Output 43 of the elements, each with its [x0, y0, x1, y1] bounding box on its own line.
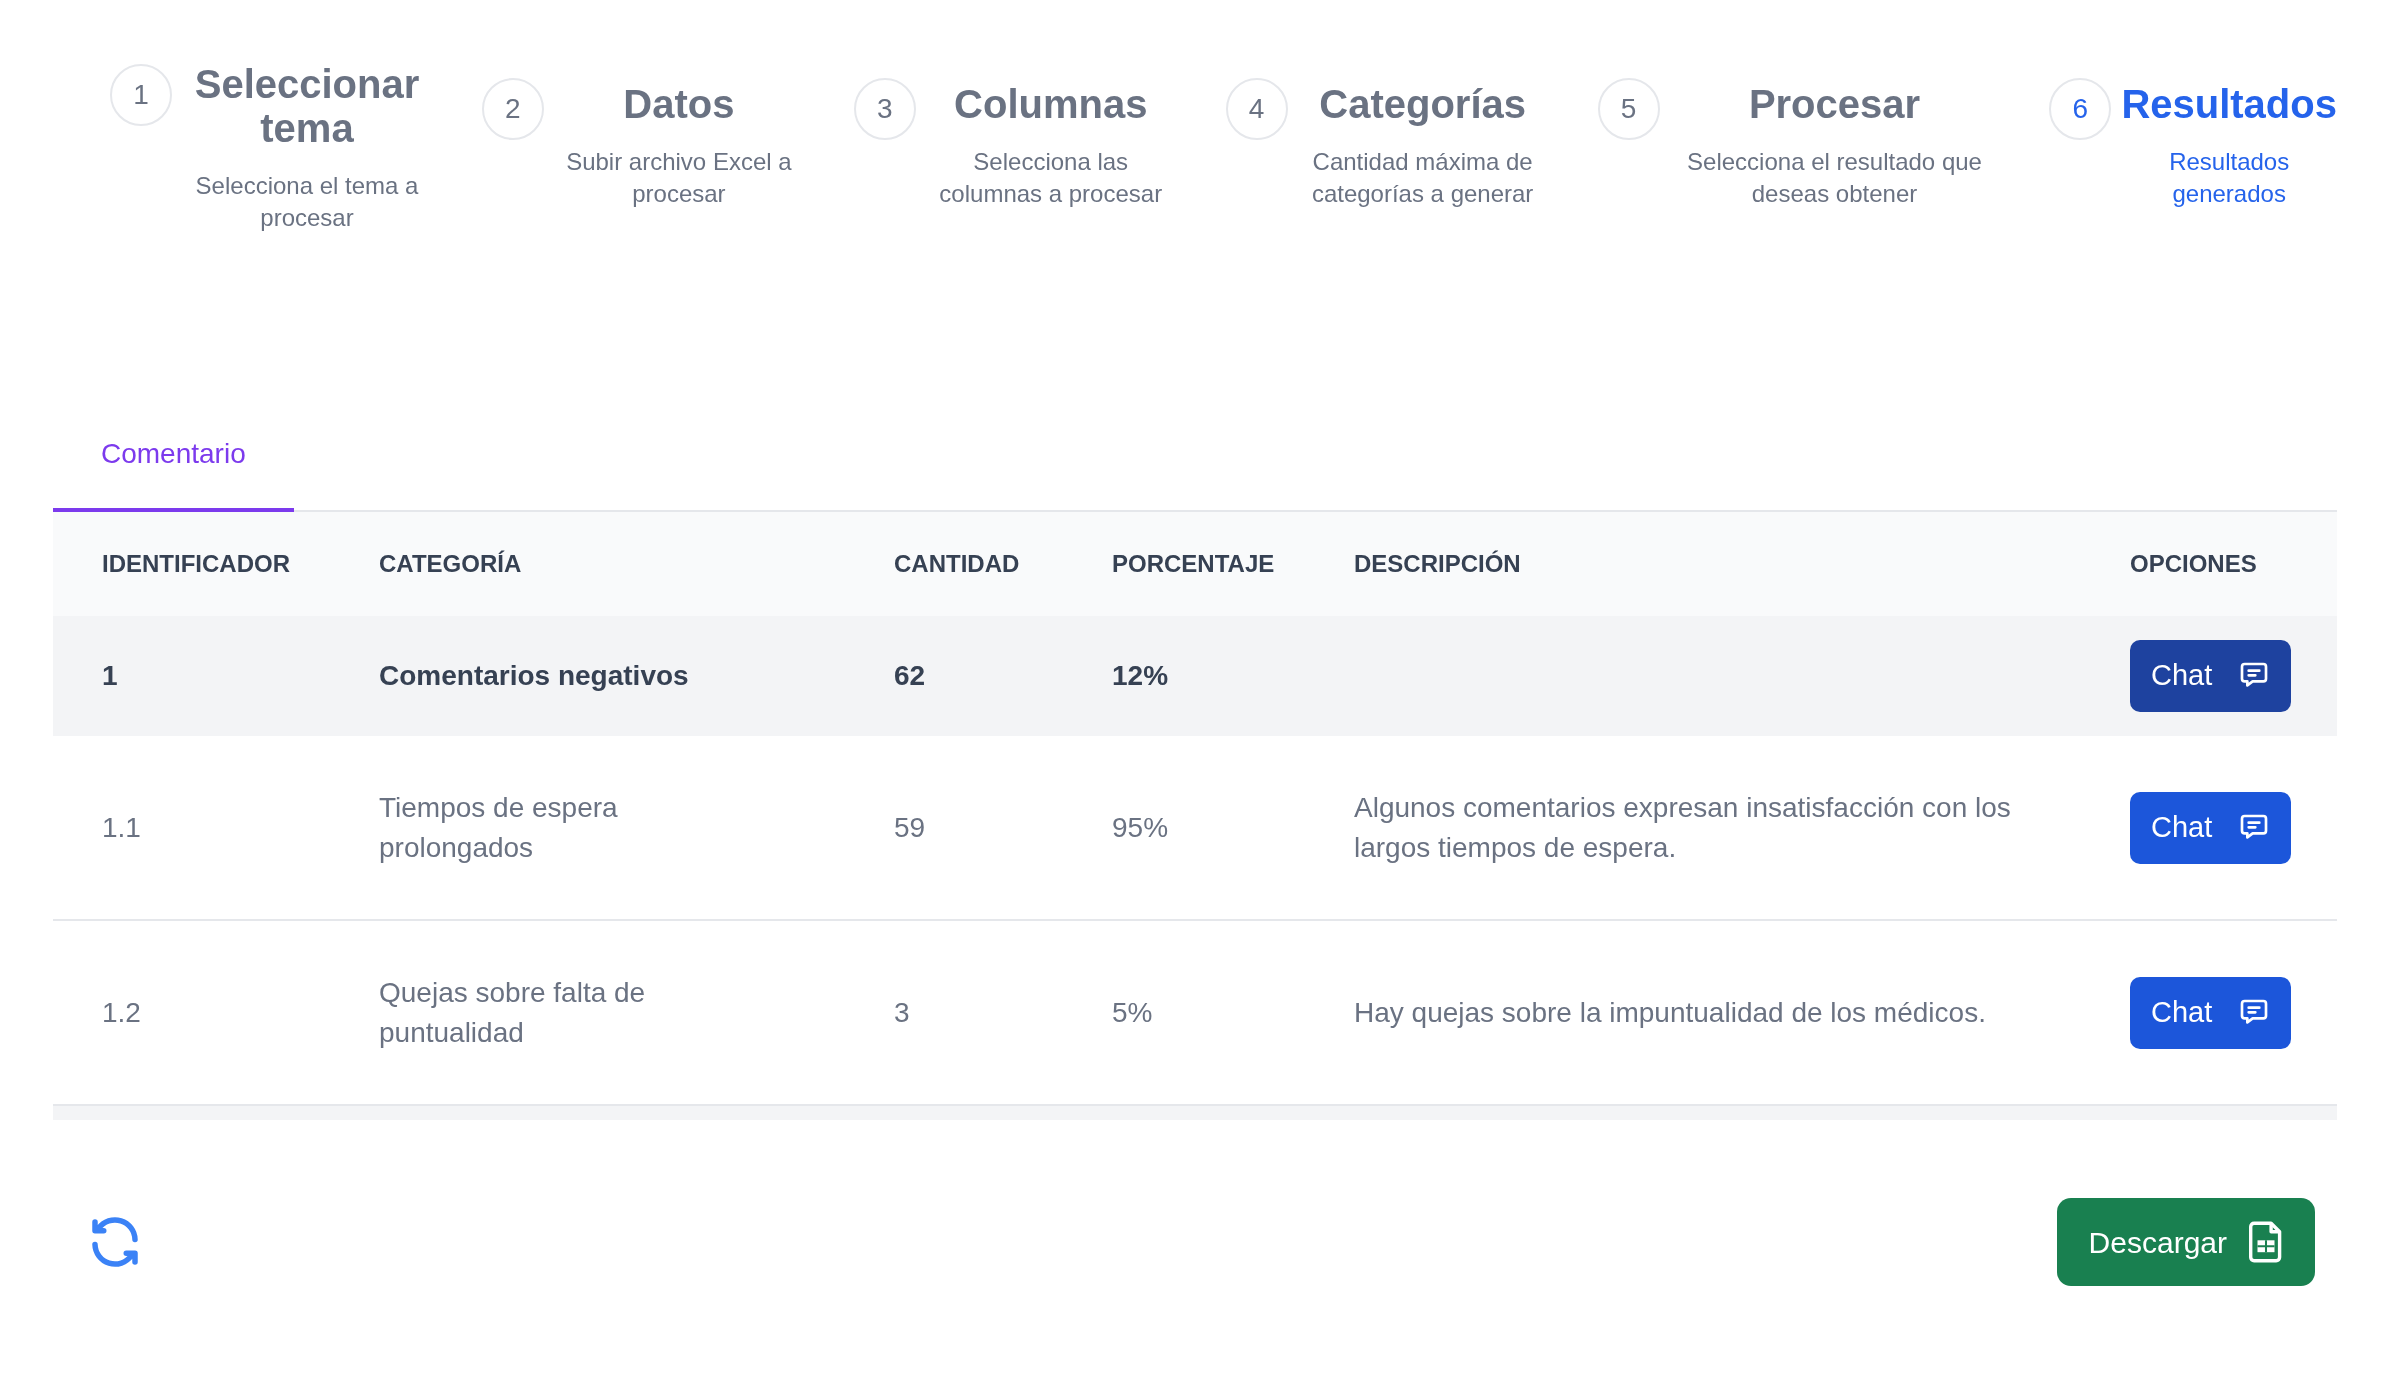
chat-button[interactable]: Chat — [2130, 640, 2292, 712]
step-description: Subir archivo Excel a procesar — [565, 147, 793, 209]
column-header: DESCRIPCIÓN — [1354, 549, 1522, 579]
table-cell-text: Comentarios negativos — [379, 659, 690, 693]
step-number[interactable]: 1 — [110, 64, 172, 126]
chat-button[interactable]: Chat — [2130, 976, 2292, 1049]
step-number[interactable]: 5 — [1597, 78, 1660, 140]
step-number[interactable]: 2 — [481, 78, 544, 140]
table-cell-text: Hay quejas sobre la impuntualidad de los médicos. — [1354, 995, 1987, 1030]
step-title: Resultados — [2121, 81, 2337, 126]
spreadsheet-file-icon — [2249, 1221, 2283, 1263]
table-cell-text: 95% — [1112, 810, 1170, 845]
step-description: Selecciona el resultado que deseas obtener — [1686, 147, 1983, 209]
step-title: Datos — [623, 81, 735, 126]
step-title: Procesar — [1748, 81, 1921, 126]
step-number[interactable]: 4 — [1225, 78, 1288, 140]
step-title: Columnas — [954, 81, 1148, 126]
step-title: Categorías — [1319, 81, 1526, 126]
step-number[interactable]: 6 — [2049, 78, 2112, 140]
table-cell-text: Tiempos de espera prolongados — [379, 790, 619, 865]
step-description: Cantidad máxima de categorías a generar — [1310, 147, 1535, 209]
table-cell-text: 1.2 — [102, 995, 142, 1030]
table-cell-text: 1.1 — [102, 810, 142, 845]
table-cell-text: 1 — [102, 659, 119, 693]
table-cell-text: 62 — [894, 659, 927, 693]
column-header: PORCENTAJE — [1112, 549, 1276, 579]
table-cell-text: Algunos comentarios expresan insatisfacción con los largos tiempos de espera. — [1354, 790, 2012, 865]
table-cell-text: 5% — [1112, 995, 1154, 1030]
step-description: Selecciona el tema a procesar — [194, 171, 420, 233]
step-description: Selecciona las columnas a procesar — [938, 147, 1164, 209]
chat-button[interactable]: Chat — [2130, 791, 2292, 864]
table-cell-text: 59 — [894, 810, 927, 845]
step-number[interactable]: 3 — [853, 78, 916, 140]
download-button[interactable]: Descargar — [2056, 1198, 2315, 1286]
step-title: Seleccionar tema — [193, 62, 421, 150]
table-cell-text: Quejas sobre falta de puntualidad — [379, 975, 647, 1050]
table-cell-text: 3 — [894, 995, 911, 1030]
column-header: CANTIDAD — [894, 549, 1021, 579]
step-description: Resultados generados — [2168, 147, 2291, 209]
table-cell-text: 12% — [1112, 659, 1170, 693]
column-header: OPCIONES — [2130, 549, 2258, 579]
column-header: IDENTIFICADOR — [102, 549, 291, 579]
column-header: CATEGORÍA — [379, 549, 523, 579]
